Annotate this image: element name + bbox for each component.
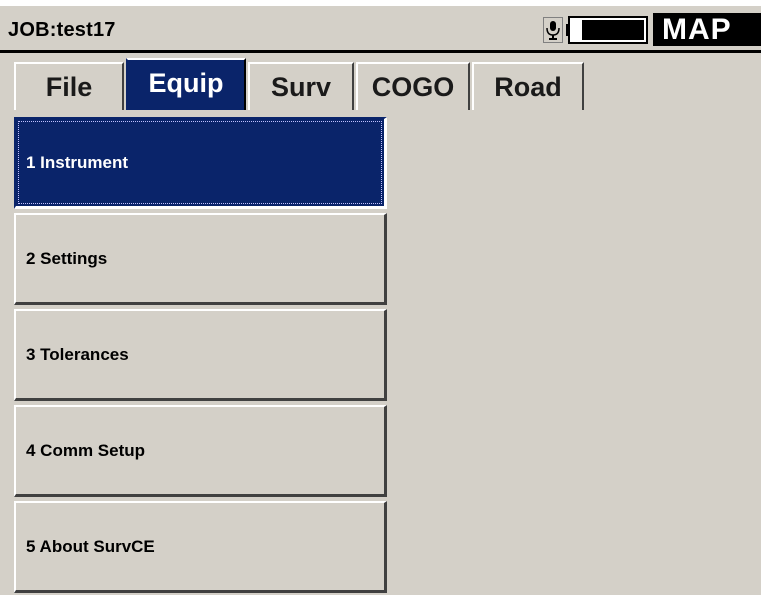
tab-road[interactable]: Road bbox=[472, 62, 584, 110]
menu-about-button[interactable]: 5 About SurvCE bbox=[14, 501, 387, 593]
menu-instrument-button[interactable]: 1 Instrument bbox=[14, 117, 387, 209]
left-edge bbox=[0, 113, 8, 595]
tab-cogo[interactable]: COGO bbox=[356, 62, 470, 110]
job-title: JOB:test17 bbox=[8, 19, 116, 41]
tab-file[interactable]: File bbox=[14, 62, 124, 110]
menu-comm-setup-button[interactable]: 4 Comm Setup bbox=[14, 405, 387, 497]
menu-comm-setup-label: 4 Comm Setup bbox=[26, 441, 146, 460]
mode-label: MAP bbox=[662, 13, 732, 46]
title-bar: JOB:test17 MAP bbox=[0, 0, 761, 53]
menu-about-label: 5 About SurvCE bbox=[26, 537, 155, 556]
menu-settings-button[interactable]: 2 Settings bbox=[14, 213, 387, 305]
tab-surv[interactable]: Surv bbox=[248, 62, 354, 110]
title-bar-top-edge bbox=[0, 0, 761, 6]
microphone-icon[interactable] bbox=[543, 17, 563, 43]
tab-strip: File Equip Surv COGO Road bbox=[0, 53, 761, 113]
menu-settings-label: 2 Settings bbox=[26, 249, 108, 268]
app-window: JOB:test17 MAP File Equip Surv COGO Road… bbox=[0, 0, 761, 595]
mode-indicator[interactable]: MAP bbox=[653, 13, 761, 46]
menu-instrument-label: 1 Instrument bbox=[26, 153, 129, 172]
tab-equip[interactable]: Equip bbox=[126, 58, 246, 110]
menu-tolerances-button[interactable]: 3 Tolerances bbox=[14, 309, 387, 401]
battery-icon bbox=[566, 16, 648, 44]
menu-tolerances-label: 3 Tolerances bbox=[26, 345, 129, 364]
